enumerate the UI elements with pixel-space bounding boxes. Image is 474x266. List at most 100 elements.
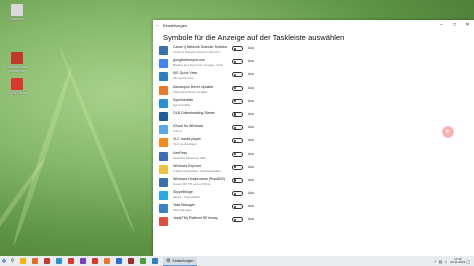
toggle-state-label: Aus xyxy=(248,98,255,103)
search-icon[interactable]: ⚲ xyxy=(8,258,17,264)
app-icon xyxy=(68,258,74,264)
taskbar-app-icon[interactable] xyxy=(102,258,112,265)
app-description: iCloud xyxy=(173,129,182,134)
chevron-up-icon[interactable]: ˄ xyxy=(434,259,436,264)
app-icon xyxy=(159,191,168,201)
desktop-icon-2[interactable]: Bildsitzungs Bausteine xyxy=(3,52,31,73)
app-icon xyxy=(159,59,168,69)
list-item: Task Manager Task Manager Aus xyxy=(157,203,297,216)
toggle-switch[interactable] xyxy=(232,125,243,131)
app-icon xyxy=(32,258,38,264)
app-description: 3 Sicherheitsrisiken Schwachstellen xyxy=(173,168,221,173)
app-icon xyxy=(152,258,158,264)
taskbar-app-icon[interactable] xyxy=(78,258,88,265)
app-icon xyxy=(159,138,168,148)
toggle-switch[interactable] xyxy=(232,191,243,197)
pinned-apps xyxy=(17,258,161,265)
wallpaper-grass xyxy=(57,46,137,234)
close-button[interactable]: ✕ xyxy=(461,22,474,28)
taskbar-app-icon[interactable] xyxy=(138,258,148,265)
pointer-icon: ➤ xyxy=(445,129,451,135)
app-icon xyxy=(92,258,98,264)
desktop-icon-papierkorb[interactable]: Papierkorb xyxy=(3,4,31,21)
taskbar-app-icon[interactable] xyxy=(90,258,100,265)
maximize-button[interactable]: □ xyxy=(448,22,461,28)
app-icon xyxy=(20,258,26,264)
app-icon xyxy=(159,204,168,214)
toggle-switch[interactable] xyxy=(232,204,243,210)
toggle-switch[interactable] xyxy=(232,217,243,223)
taskbar-app-icon[interactable] xyxy=(18,258,28,265)
toggle-switch[interactable] xyxy=(232,98,243,104)
taskbar: ❖ ⚲ ⚙ Einstellungen ˄ ▤ ♫ 17:30 03.11.20… xyxy=(0,256,474,266)
taskbar-app-icon[interactable] xyxy=(42,258,52,265)
app-icon xyxy=(159,46,168,55)
taskbar-settings-app[interactable]: ⚙ Einstellungen xyxy=(163,256,197,266)
taskbar-app-icon[interactable] xyxy=(54,258,64,265)
app-icon xyxy=(159,125,168,135)
app-description: Canon MX770 series Printer xyxy=(173,181,211,186)
toggle-switch[interactable] xyxy=(232,59,243,65)
app-description: MG Quick View xyxy=(173,76,194,81)
toggle-switch[interactable] xyxy=(232,111,243,117)
toggle-state-label: Aus xyxy=(248,164,255,169)
toggle-switch[interactable] xyxy=(232,177,243,183)
taskbar-app-icon[interactable] xyxy=(30,258,40,265)
taskbar-app-icon[interactable] xyxy=(66,258,76,265)
app-name: googledrivesync.exe xyxy=(173,58,205,63)
recycle-bin-icon xyxy=(11,4,23,16)
app-name: iCloud für Windows xyxy=(173,124,204,129)
list-item: Synchredible Synchredible Aus xyxy=(157,98,297,111)
app-icon xyxy=(159,217,168,227)
app-name: Synchredible xyxy=(173,97,194,102)
app-description: VLC media player xyxy=(173,142,197,147)
toggle-state-label: Aus xyxy=(248,217,255,222)
clock[interactable]: 17:30 03.11.2019 xyxy=(450,257,465,265)
windows-start-icon[interactable]: ❖ xyxy=(0,258,8,265)
toggle-switch[interactable] xyxy=(232,46,243,51)
app-name: Windows Explorer xyxy=(173,163,202,168)
list-item: MG Quick View MG Quick View Aus xyxy=(157,71,297,84)
app-name: Windows-Hostprozess (Rundll32) xyxy=(173,176,225,181)
notification-icon[interactable]: ▢ xyxy=(466,259,470,264)
app-description: Task Manager xyxy=(173,208,192,213)
app-icon xyxy=(11,78,23,90)
minimize-button[interactable]: – xyxy=(435,22,448,28)
app-description: Ashampoo Driver Updater xyxy=(173,89,208,94)
taskbar-settings-label: Einstellungen xyxy=(172,258,194,263)
app-description: Synchredible xyxy=(173,102,191,107)
toggle-switch[interactable] xyxy=(232,151,243,157)
gear-icon: ⚙ xyxy=(166,257,171,264)
toggle-switch[interactable] xyxy=(232,164,243,170)
app-icon xyxy=(159,164,168,174)
network-icon[interactable]: ▤ xyxy=(439,259,443,264)
app-name: Canon ij Network Scanner Selector xyxy=(173,45,228,49)
taskbar-app-icon[interactable] xyxy=(150,258,160,265)
app-icon xyxy=(159,85,168,95)
toggle-switch[interactable] xyxy=(232,85,243,91)
app-icon xyxy=(159,151,168,161)
volume-icon[interactable]: ♫ xyxy=(444,259,447,264)
taskbar-app-icon[interactable] xyxy=(126,258,136,265)
system-tray: ˄ ▤ ♫ 17:30 03.11.2019 ▢ xyxy=(433,257,474,265)
toggle-switch[interactable] xyxy=(232,72,243,78)
app-icon xyxy=(159,98,168,108)
app-description: KeePass Password Safe xyxy=(173,155,207,160)
back-arrow-icon[interactable]: ← xyxy=(153,22,163,28)
list-item: Canon ij Network Scanner Selector Canon i… xyxy=(157,45,297,58)
app-name: Java(TM) Platform SE binary xyxy=(173,216,218,221)
toggle-state-label: Aus xyxy=(248,72,255,77)
taskbar-app-icon[interactable] xyxy=(114,258,124,265)
toggle-state-label: Aus xyxy=(248,177,255,182)
app-name: Task Manager xyxy=(173,203,195,208)
mouse-cursor-highlight: ➤ xyxy=(442,126,454,138)
list-item: VLC media player VLC media player Aus xyxy=(157,137,297,150)
app-description: Backup and Sync from Google - Verb xyxy=(173,63,223,68)
app-icon xyxy=(159,72,168,82)
app-icon xyxy=(140,258,146,264)
toggle-switch[interactable] xyxy=(232,138,243,144)
title-bar: ← Einstellungen – □ ✕ xyxy=(153,20,474,30)
app-name: OLB Onlinebanking Starter xyxy=(173,110,215,115)
app-icon xyxy=(159,111,168,121)
desktop-icon-3[interactable]: WMW Benzs xyxy=(3,78,31,95)
